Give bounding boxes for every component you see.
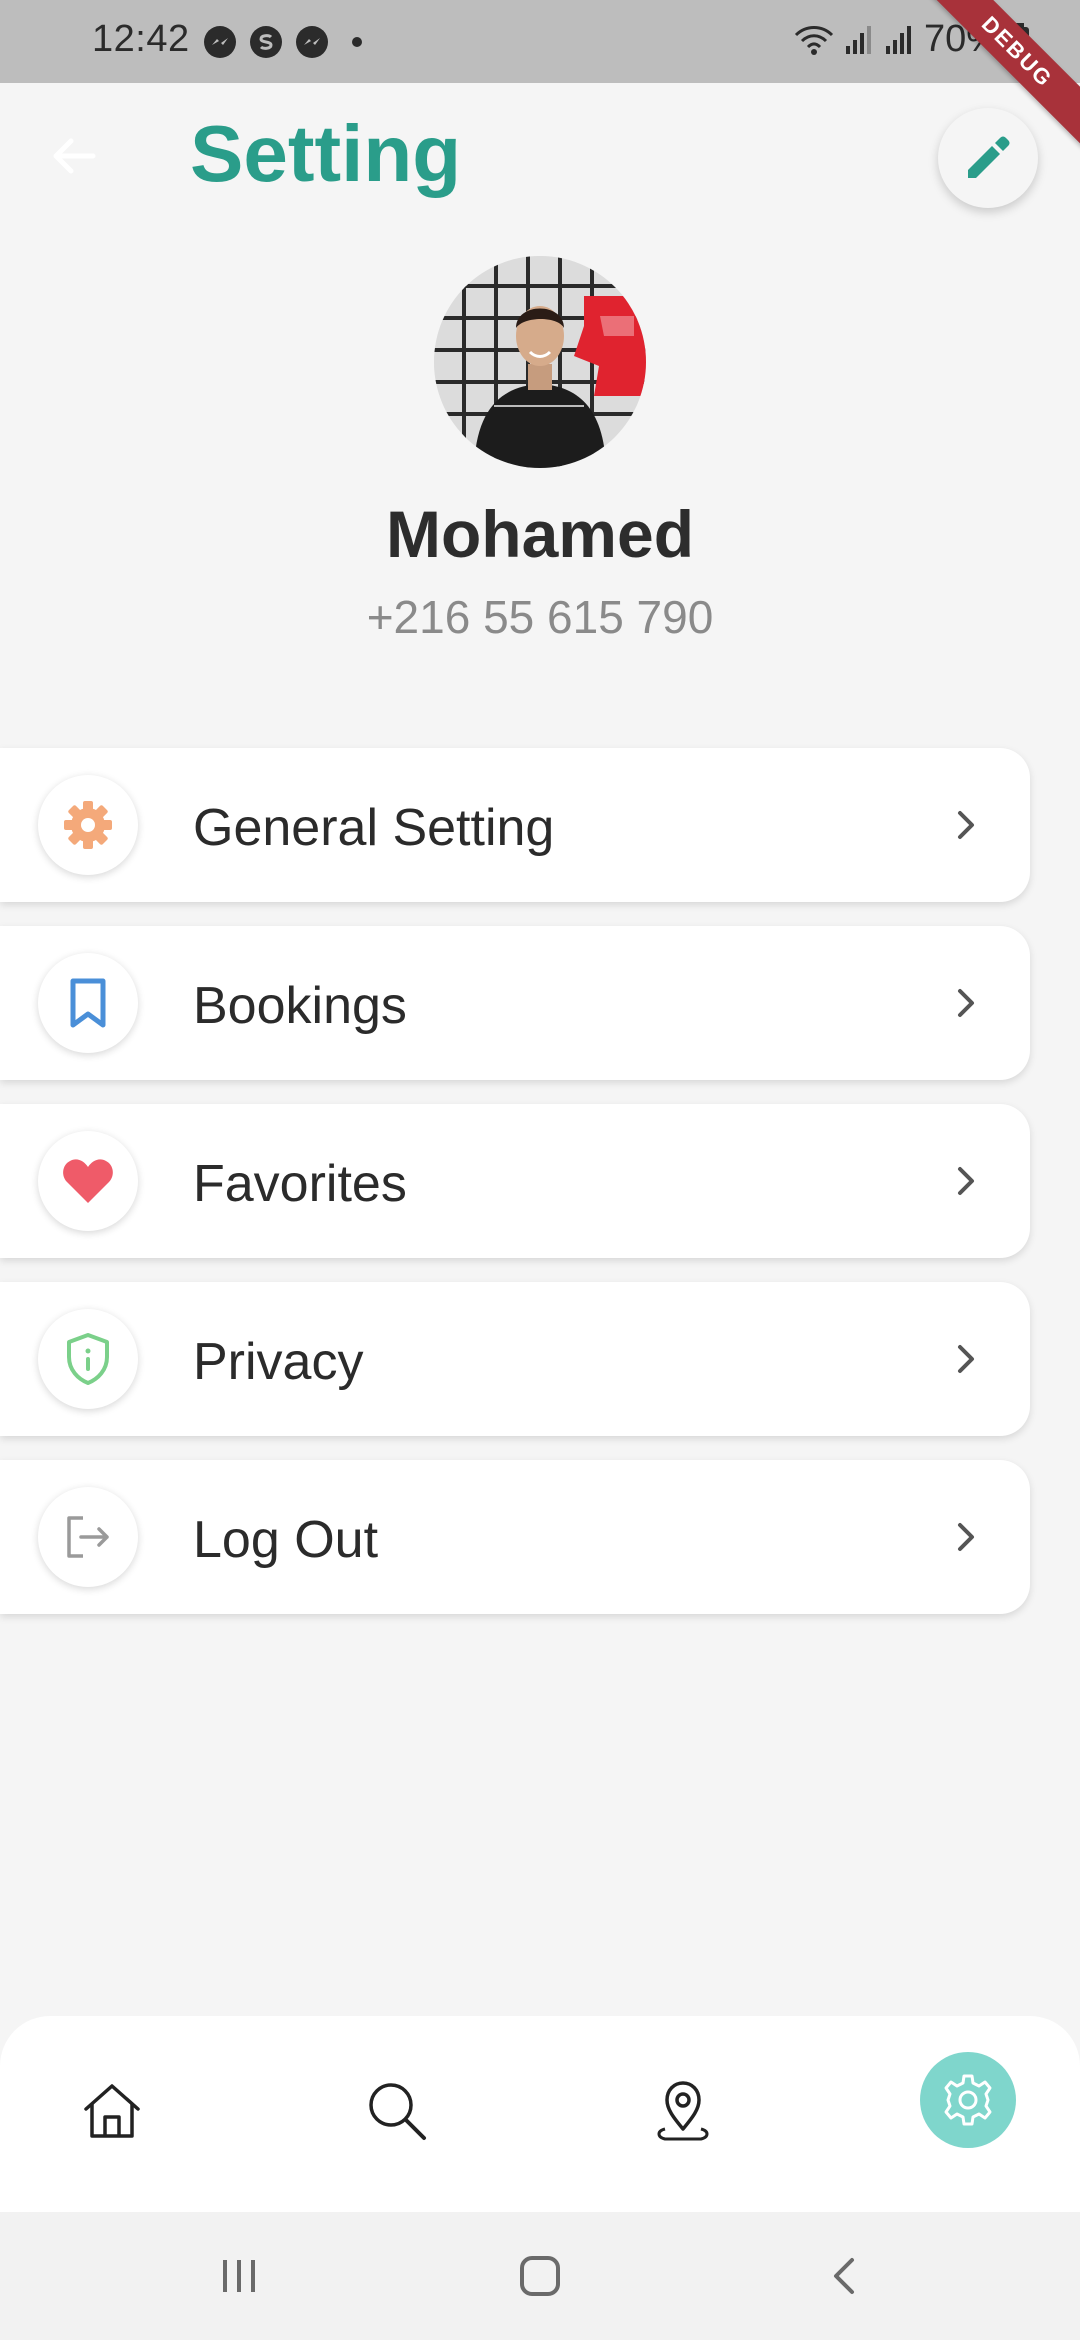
nav-search-button[interactable] <box>352 2066 442 2156</box>
menu-item-label: Privacy <box>193 1333 364 1391</box>
menu-item-privacy[interactable]: Privacy <box>0 1282 1030 1436</box>
page-title: Setting <box>190 109 462 198</box>
heart-icon <box>63 1159 113 1203</box>
home-square-icon <box>520 2256 560 2296</box>
home-icon <box>84 2084 140 2138</box>
search-icon <box>369 2083 426 2140</box>
system-back-button[interactable] <box>814 2248 874 2304</box>
menu-item-label: Log Out <box>193 1511 379 1569</box>
chevron-right-icon <box>958 811 974 839</box>
menu-item-label: Favorites <box>193 1155 407 1213</box>
gear-icon <box>64 801 112 849</box>
messenger-icon <box>204 26 236 58</box>
nav-map-button[interactable] <box>638 2066 728 2156</box>
recent-apps-icon <box>223 2260 255 2292</box>
menu-item-log-out[interactable]: Log Out <box>0 1460 1030 1614</box>
shield-icon <box>67 1333 109 1385</box>
menu-icon-container <box>38 1487 138 1587</box>
wifi-icon <box>794 25 833 55</box>
menu-item-favorites[interactable]: Favorites <box>0 1104 1030 1258</box>
home-system-button[interactable] <box>510 2248 570 2304</box>
profile-name: Mohamed <box>385 497 695 571</box>
status-time: 12:42 <box>92 18 190 60</box>
chevron-right-icon <box>958 1523 974 1551</box>
s-icon <box>250 26 282 58</box>
menu-item-general-setting[interactable]: General Setting <box>0 748 1030 902</box>
avatar <box>434 256 646 468</box>
menu-icon-container <box>38 1131 138 1231</box>
menu-item-bookings[interactable]: Bookings <box>0 926 1030 1080</box>
nav-home-button[interactable] <box>67 2066 157 2156</box>
signal-icon <box>885 25 911 54</box>
profile-phone: +216 55 615 790 <box>366 591 714 643</box>
recent-apps-button[interactable] <box>209 2248 269 2304</box>
chevron-left-icon <box>834 2258 854 2294</box>
pencil-icon <box>968 136 1010 178</box>
edit-profile-button[interactable] <box>938 108 1038 208</box>
chevron-right-icon <box>958 1167 974 1195</box>
chevron-right-icon <box>958 1345 974 1373</box>
notification-icons <box>204 26 362 58</box>
logout-icon <box>67 1516 109 1558</box>
nav-settings-button[interactable] <box>920 2052 1016 2148</box>
menu-icon-container <box>38 953 138 1053</box>
menu-item-label: Bookings <box>193 977 407 1035</box>
menu-item-label: General Setting <box>193 799 555 857</box>
bookmark-icon <box>70 978 106 1028</box>
back-button[interactable] <box>44 126 104 186</box>
messenger-icon <box>296 26 328 58</box>
more-notifications-dot <box>352 37 362 47</box>
arrow-left-icon <box>53 138 96 174</box>
menu-icon-container <box>38 775 138 875</box>
location-pin-icon <box>657 2081 709 2141</box>
status-bar: 12:42 70% <box>0 0 1080 83</box>
system-navigation-bar <box>0 2212 1080 2340</box>
menu-icon-container <box>38 1309 138 1409</box>
chevron-right-icon <box>958 989 974 1017</box>
settings-menu: General Setting Bookings Favorites Priva… <box>0 748 1030 1638</box>
bottom-navigation <box>0 2016 1080 2212</box>
signal-icon <box>845 25 871 54</box>
settings-icon <box>944 2074 992 2126</box>
